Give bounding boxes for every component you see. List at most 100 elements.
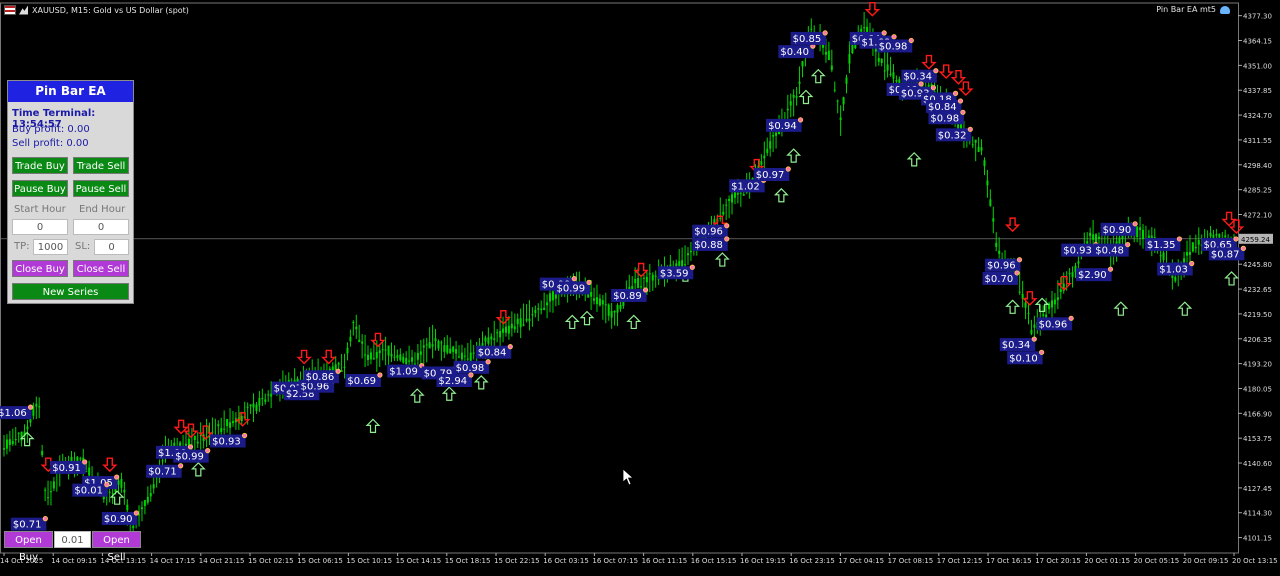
candle-body bbox=[411, 357, 414, 362]
candle-body bbox=[49, 491, 52, 493]
trade-label: $0.90 bbox=[1103, 225, 1132, 236]
candle-body bbox=[725, 204, 728, 206]
candle-body bbox=[772, 135, 775, 137]
candle-body bbox=[264, 399, 267, 402]
y-tick-label: 4232.65 bbox=[1243, 286, 1272, 294]
trade-marker bbox=[586, 279, 592, 285]
open-sell-button[interactable]: Open Sell bbox=[92, 531, 141, 563]
candle-body bbox=[827, 50, 830, 61]
y-tick-label: 4166.90 bbox=[1243, 410, 1272, 418]
trade-label: $0.01 bbox=[74, 486, 103, 497]
y-tick-label: 4140.60 bbox=[1243, 460, 1272, 468]
close-sell-button[interactable]: Close Sell bbox=[73, 260, 129, 277]
candle-body bbox=[513, 326, 516, 330]
pause-sell-button[interactable]: Pause Sell bbox=[73, 180, 129, 197]
candle-body bbox=[601, 300, 604, 305]
start-hour-input[interactable]: 0 bbox=[12, 219, 68, 235]
candle-body bbox=[528, 318, 531, 322]
candle-body bbox=[384, 349, 387, 351]
candle-body bbox=[267, 394, 270, 396]
us-flag-icon bbox=[4, 5, 16, 15]
candle-body bbox=[120, 478, 123, 488]
candle-body bbox=[1033, 324, 1036, 328]
open-buy-button[interactable]: Open Buy bbox=[4, 531, 53, 563]
candle-body bbox=[516, 318, 519, 325]
candle-body bbox=[372, 358, 375, 360]
tp-label: TP: bbox=[14, 241, 30, 252]
candle-body bbox=[1224, 235, 1227, 238]
trade-label: $2.90 bbox=[1078, 270, 1107, 281]
y-tick-label: 4337.85 bbox=[1243, 87, 1272, 95]
candle-body bbox=[402, 356, 405, 363]
x-tick-label: 20 Oct 05:15 bbox=[1134, 557, 1180, 565]
price-chart[interactable]: 4377.30 4364.15 4351.00 4337.85 4324.70 4311.… bbox=[0, 0, 1280, 572]
candle-body bbox=[378, 350, 381, 354]
trade-buy-button[interactable]: Trade Buy bbox=[12, 157, 68, 174]
ea-indicator[interactable]: Pin Bar EA mt5 bbox=[1156, 5, 1230, 14]
candle-body bbox=[44, 489, 47, 491]
trade-label: $2.94 bbox=[438, 376, 467, 387]
candle-body bbox=[375, 352, 378, 359]
candle-body bbox=[628, 286, 631, 289]
candle-body bbox=[510, 323, 513, 329]
trade-label: $0.70 bbox=[985, 274, 1014, 285]
tp-input[interactable]: 1000 bbox=[33, 239, 68, 255]
candle-body bbox=[487, 337, 490, 344]
candle-body bbox=[8, 439, 11, 445]
lot-size-input[interactable]: 0.01 bbox=[54, 531, 91, 548]
candle-body bbox=[1162, 252, 1165, 261]
candle-body bbox=[246, 406, 249, 408]
buy-arrow-icon bbox=[810, 68, 826, 84]
candle-body bbox=[396, 355, 399, 358]
candle-body bbox=[381, 349, 384, 351]
buy-arrow-icon bbox=[190, 461, 206, 477]
trade-label: $0.89 bbox=[613, 291, 642, 302]
buy-arrow-icon bbox=[1005, 299, 1021, 314]
trade-marker bbox=[1233, 236, 1239, 242]
candle-body bbox=[346, 347, 349, 354]
candle-body bbox=[795, 96, 798, 98]
new-series-button[interactable]: New Series bbox=[12, 283, 129, 300]
candle-body bbox=[413, 363, 416, 365]
candle-body bbox=[1045, 314, 1048, 318]
trade-marker bbox=[82, 459, 88, 465]
candle-body bbox=[161, 460, 164, 462]
candle-body bbox=[35, 403, 38, 407]
panel-title[interactable]: Pin Bar EA bbox=[8, 81, 133, 102]
close-buy-button[interactable]: Close Buy bbox=[12, 260, 68, 277]
candle-body bbox=[466, 358, 469, 360]
candle-body bbox=[149, 493, 152, 497]
trade-marker bbox=[918, 81, 924, 87]
candle-body bbox=[361, 341, 364, 344]
candle-body bbox=[443, 345, 446, 352]
candle-body bbox=[760, 161, 763, 165]
trade-marker bbox=[1132, 221, 1138, 227]
y-tick-label: 4285.25 bbox=[1243, 187, 1272, 195]
buy-arrow-icon bbox=[773, 187, 789, 203]
ea-control-panel: Pin Bar EA Time Terminal: 13:54:57 Buy p… bbox=[7, 80, 134, 304]
trade-marker bbox=[642, 287, 649, 293]
sl-input[interactable]: 0 bbox=[94, 239, 129, 255]
candle-body bbox=[877, 58, 880, 62]
candle-body bbox=[543, 307, 546, 310]
ea-name: Pin Bar EA mt5 bbox=[1156, 5, 1216, 14]
candle-body bbox=[824, 52, 827, 55]
pause-buy-button[interactable]: Pause Buy bbox=[12, 180, 68, 197]
candle-body bbox=[349, 336, 352, 342]
ea-hat-icon[interactable] bbox=[1220, 5, 1230, 14]
y-tick-label: 4324.70 bbox=[1243, 112, 1272, 120]
candle-body bbox=[416, 352, 419, 360]
candle-body bbox=[1021, 293, 1024, 299]
candle-body bbox=[117, 480, 120, 485]
candle-body bbox=[196, 441, 199, 444]
end-hour-input[interactable]: 0 bbox=[73, 219, 129, 235]
candle-body bbox=[3, 448, 5, 450]
candle-body bbox=[41, 451, 44, 456]
trade-sell-button[interactable]: Trade Sell bbox=[73, 157, 129, 174]
buy-arrow-icon bbox=[564, 314, 580, 330]
trade-label: $1.02 bbox=[731, 181, 760, 192]
candle-body bbox=[880, 58, 883, 63]
end-hour-label: End Hour bbox=[79, 204, 126, 215]
sell-arrow-icon bbox=[321, 349, 337, 365]
chart-canvas[interactable]: 4377.30 4364.15 4351.00 4337.85 4324.70 4311.… bbox=[0, 0, 1280, 572]
